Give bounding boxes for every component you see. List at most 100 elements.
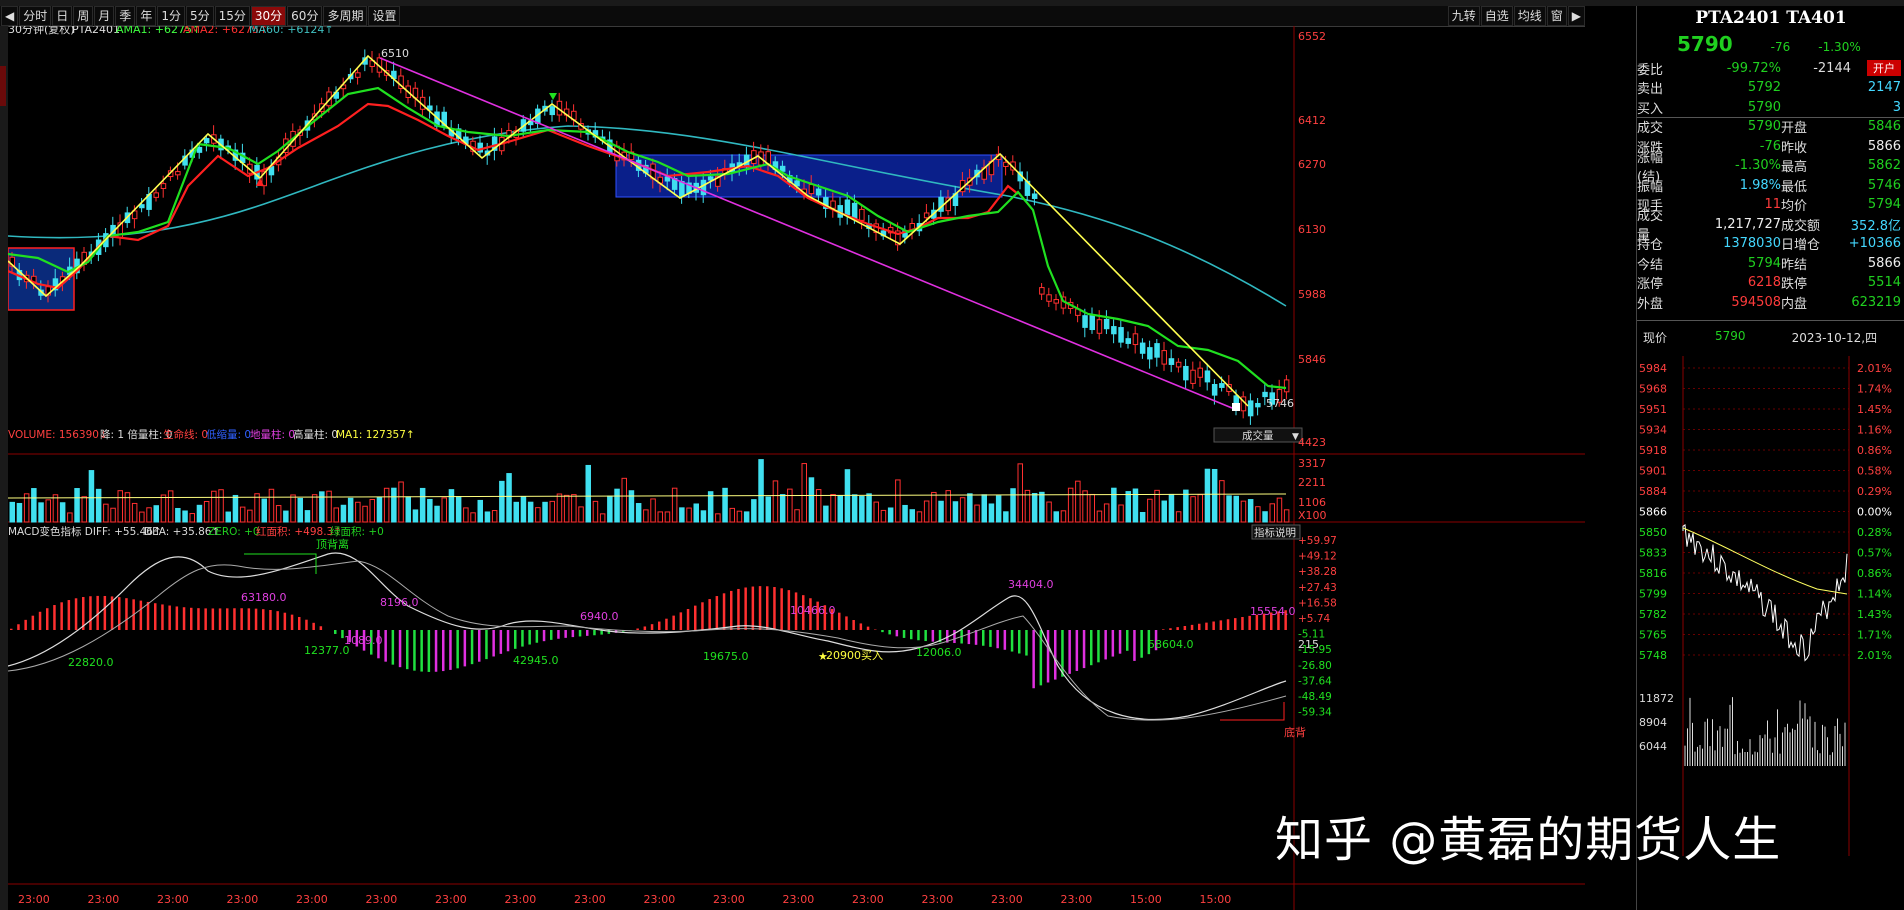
volume-bar [38, 502, 44, 523]
macd-bar [427, 630, 431, 672]
tab-60min[interactable]: 60分 [287, 6, 323, 26]
tab-day[interactable]: 日 [52, 6, 73, 26]
quote-row-key: 买入 [1637, 101, 1664, 117]
volume-legend-7: MA1: 127357↑ [336, 429, 415, 441]
macd-bar [564, 630, 567, 638]
macd-bar [1212, 621, 1215, 630]
macd-diff-line [8, 552, 1287, 721]
macd-bar [492, 630, 495, 657]
volume-bar [1046, 501, 1052, 523]
quote-row: 涨幅(结) -1.30% 最高 5862 [1637, 151, 1904, 185]
macd-label: 顶背离 [316, 537, 349, 551]
tab-year[interactable]: 年 [136, 6, 157, 26]
candle-body [1096, 319, 1103, 334]
volume-legend-6: 高量柱: 0 [293, 428, 338, 441]
tab-multi-period[interactable]: 多周期 [323, 6, 368, 26]
volume-bar [628, 490, 635, 523]
time-tick-label: 23:00 [574, 893, 606, 906]
mini-vol-tick: 8904 [1639, 716, 1667, 729]
price-change: -76 [1770, 40, 1791, 54]
volume-bar [383, 487, 390, 523]
volume-bar [1053, 511, 1059, 523]
tab-month[interactable]: 月 [94, 6, 115, 26]
mini-price-tick: 5833 [1639, 546, 1667, 559]
quote-row-value: 5794 [1747, 255, 1781, 271]
expand-arrow-icon[interactable]: ▶ [1567, 6, 1585, 26]
toolbar-back-icon[interactable]: ◀ [1, 6, 19, 26]
mini-price-tick: 5816 [1639, 567, 1667, 580]
macd-bar [38, 611, 42, 630]
volume-bar [1240, 500, 1247, 523]
volume-bar [391, 487, 397, 523]
quote-panel: PTA2401 TA401 5790 -76 -1.30% 委比 -99.72% -… [1636, 6, 1904, 910]
time-tick-label: 23:00 [296, 893, 328, 906]
volume-bar [571, 494, 577, 523]
mini-pct-tick: 1.14% [1857, 587, 1892, 600]
volume-bar [808, 477, 815, 523]
mini-pct-tick: 2.01% [1857, 649, 1892, 662]
tab-5min[interactable]: 5分 [185, 6, 214, 26]
quote-row-value2[interactable]: 开户 [1867, 60, 1901, 77]
volume-tick-label: 4423 [1298, 436, 1326, 449]
tab-week[interactable]: 周 [73, 6, 94, 26]
macd-bar [845, 616, 848, 630]
volume-bar [527, 501, 534, 523]
quote-row: 委比 -99.72% -2144 开户 [1637, 58, 1904, 78]
left-edge-bar [0, 26, 8, 910]
macd-bar [240, 608, 243, 630]
volume-bar [283, 510, 289, 523]
macd-bar [478, 630, 481, 662]
quote-row: 成交量 1,217,727 成交额 352.8亿 [1637, 209, 1904, 243]
volume-bar [686, 507, 692, 523]
volume-bar [866, 493, 872, 523]
macd-bar [218, 608, 222, 630]
tab-15min[interactable]: 15分 [214, 6, 250, 26]
volume-bar [81, 496, 87, 523]
legend-period: 30分钟(复权) [8, 26, 75, 36]
volume-bar [895, 479, 901, 523]
left-edge-marker[interactable] [0, 66, 6, 106]
volume-bar [563, 494, 570, 523]
window-button[interactable]: 窗 [1546, 6, 1567, 26]
tab-quarter[interactable]: 季 [115, 6, 136, 26]
macd-bar [1104, 630, 1107, 660]
quote-row-key2: 昨收 [1781, 140, 1808, 156]
volume-bar [664, 511, 671, 523]
volume-bar [823, 505, 829, 523]
macd-bar [175, 606, 179, 630]
volume-bar [506, 473, 512, 523]
tab-1min[interactable]: 1分 [157, 6, 185, 26]
mini-avg-line [1682, 527, 1848, 594]
zixuan-button[interactable]: 自选 [1480, 6, 1513, 26]
time-tick-label: 23:00 [435, 893, 467, 906]
volume-bar [700, 510, 707, 523]
volume-bar [995, 495, 1002, 523]
tab-fenshi[interactable]: 分时 [19, 6, 52, 26]
jiuzhuan-button[interactable]: 九转 [1447, 6, 1480, 26]
volume-tick-label: X100 [1298, 509, 1327, 522]
volume-bar [859, 495, 865, 523]
volume-bar [290, 494, 296, 523]
volume-bar [837, 495, 843, 523]
mini-price-tick: 5951 [1639, 403, 1667, 416]
macd-bar [67, 600, 71, 630]
macd-bar [53, 605, 56, 630]
intraday-mini-chart[interactable]: 5984 2.01% 5968 1.74% 5951 1.45% 5934 1.16% 5918… [1637, 355, 1904, 856]
junxian-button[interactable]: 均线 [1513, 6, 1546, 26]
volume-bar [160, 494, 167, 523]
macd-bar [679, 612, 683, 630]
tab-settings[interactable]: 设置 [368, 6, 401, 26]
quote-row-value: 5790 [1747, 99, 1781, 115]
volume-bar [722, 487, 728, 523]
volume-bar [1168, 493, 1175, 523]
volume-bar [369, 498, 375, 523]
quote-row: 现手 11 均价 5794 [1637, 195, 1904, 214]
tab-30min[interactable]: 30分 [250, 6, 287, 26]
candle-body [549, 106, 555, 116]
kline-chart[interactable]: 30分钟(复权) PTA2401 AMA1: +6275↑ AMA2: +627… [8, 26, 1585, 910]
volume-bar [779, 494, 786, 523]
quote-row-value2: 5514 [1867, 275, 1901, 291]
volume-bar [131, 502, 138, 523]
trend-end-marker [1232, 403, 1240, 411]
mini-price-tick: 5884 [1639, 485, 1667, 498]
